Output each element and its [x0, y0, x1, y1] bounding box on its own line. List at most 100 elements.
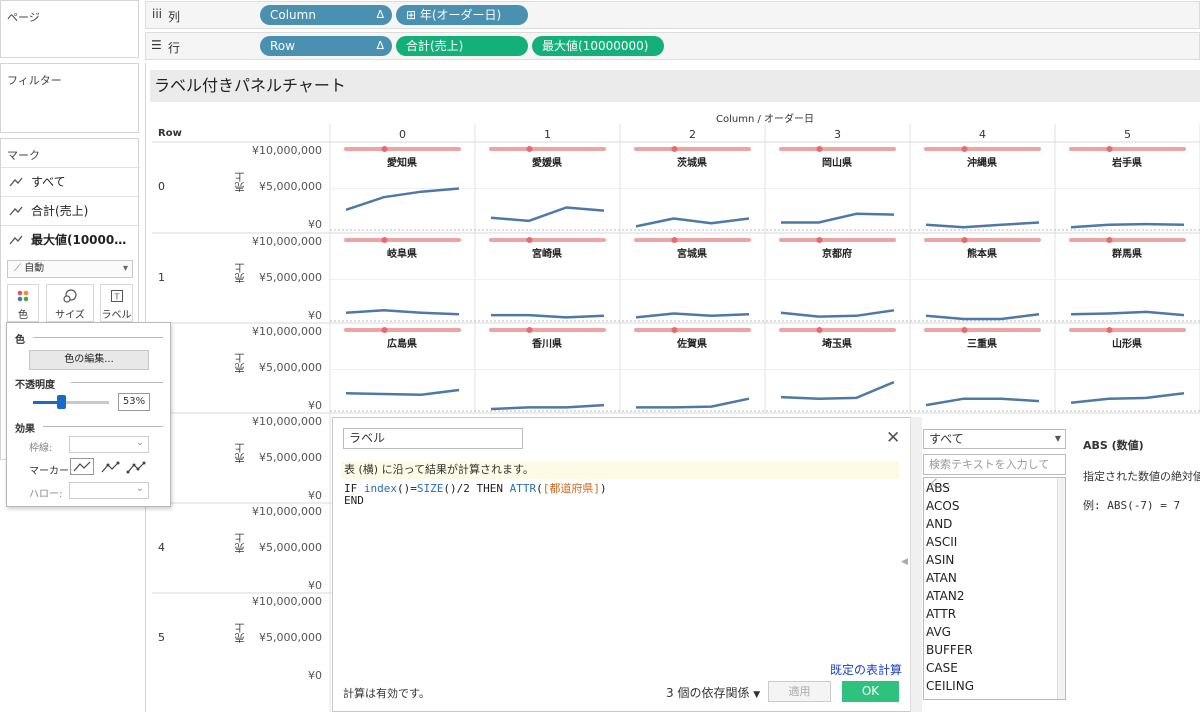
max-reference-point [816, 146, 823, 152]
max-reference-point [381, 146, 388, 152]
function-list-item[interactable]: ATAN [926, 571, 957, 585]
category-value: すべて [929, 432, 964, 446]
sales-line [925, 221, 1040, 229]
line-some-markers-icon[interactable] [99, 460, 121, 475]
opacity-label: 不透明度 [15, 380, 55, 391]
function-category-select[interactable]: すべて ▼ [923, 429, 1066, 449]
max-reference-point [816, 237, 823, 243]
max-reference-point [1106, 146, 1113, 152]
function-search-input[interactable]: 検索テキストを入力してく… [923, 454, 1066, 490]
sales-line [1070, 310, 1185, 317]
max-reference-point [961, 237, 968, 243]
sales-line [636, 397, 750, 409]
code-function: index [363, 482, 397, 495]
sales-line [490, 403, 605, 411]
max-reference-point [526, 146, 533, 152]
max-reference-point [526, 327, 533, 333]
max-reference-point [671, 237, 678, 243]
max-reference-point [1106, 237, 1113, 243]
opacity-input[interactable]: 53% [118, 393, 150, 411]
divider [33, 337, 163, 338]
function-list-item[interactable]: ACOS [926, 499, 959, 513]
max-reference-point [961, 327, 968, 333]
max-reference-point [816, 327, 823, 333]
function-list-item[interactable]: ABS [926, 481, 950, 495]
function-list-item[interactable]: ASCII [926, 535, 957, 549]
color-section-label: 色 [15, 335, 25, 346]
code-token: ( [536, 482, 543, 495]
dependencies-dropdown[interactable]: 3 個の依存関係 ▼ [666, 684, 760, 701]
function-list-scrollbar[interactable] [1057, 478, 1065, 699]
sales-line [345, 309, 460, 316]
dependencies-label: 3 個の依存関係 [666, 686, 750, 700]
calc-hint: 表 (横) に沿って結果が計算されます。 [341, 461, 899, 479]
max-reference-point [961, 146, 968, 152]
marker-label: マーカー: [29, 466, 73, 477]
chevron-down-icon: ▼ [1054, 434, 1061, 443]
ok-button[interactable]: OK [842, 681, 899, 702]
divider [71, 382, 163, 383]
code-field: [都道府県] [542, 482, 600, 495]
calc-code-line-1[interactable]: IF index()=SIZE()/2 THEN ATTR([都道府県]) [344, 480, 607, 496]
line-no-marker-icon [73, 461, 91, 472]
sales-line [1070, 391, 1185, 404]
divider [43, 426, 163, 427]
edit-colors-button[interactable]: 色の編集... [29, 350, 149, 370]
opacity-slider-thumb[interactable] [57, 395, 67, 409]
tableau-workspace: ページ フィルター マーク すべて 合計(売上) 最大値(10000… ⟋ 自動… [0, 0, 1200, 712]
calculation-editor: ラベル ✕ 表 (横) に沿って結果が計算されます。 IF index()=SI… [332, 417, 910, 712]
code-function: SIZE [416, 482, 444, 495]
function-list-item[interactable]: ASIN [926, 553, 954, 567]
function-help-title: ABS (数値) [1083, 439, 1144, 452]
close-icon[interactable]: ✕ [886, 428, 900, 448]
calc-code-line-2[interactable]: END [344, 494, 364, 507]
function-list-item[interactable]: AVG [926, 625, 951, 639]
function-list-item[interactable]: CEILING [926, 679, 974, 693]
sales-line [345, 388, 460, 397]
border-dropdown[interactable]: ⌄ [69, 436, 149, 453]
sales-line [925, 397, 1040, 407]
halo-label: ハロー: [29, 489, 63, 500]
function-list-item[interactable]: BUFFER [926, 643, 973, 657]
effects-label: 効果 [15, 424, 35, 435]
function-list-item[interactable]: ATTR [926, 607, 956, 621]
marker-option-none[interactable] [70, 458, 94, 475]
max-reference-point [526, 237, 533, 243]
max-reference-point [381, 327, 388, 333]
sales-line [781, 212, 895, 224]
sales-line [490, 206, 605, 223]
function-list-item[interactable]: CASE [926, 661, 958, 675]
max-reference-point [1106, 327, 1113, 333]
calc-status: 計算は有効です。 [343, 687, 430, 700]
line-all-markers-icon[interactable] [125, 460, 147, 475]
apply-button[interactable]: 適用 [768, 681, 831, 702]
sales-line [345, 187, 460, 211]
border-label: 枠線: [29, 443, 53, 454]
sales-line [925, 313, 1040, 321]
chevron-down-icon: ⌄ [135, 483, 144, 494]
function-list-item[interactable]: AND [926, 517, 952, 531]
sales-line [780, 380, 895, 400]
collapse-arrow-icon[interactable]: ◀ [901, 557, 908, 567]
sales-line [635, 312, 750, 319]
max-reference-point [671, 327, 678, 333]
default-table-calc-link[interactable]: 既定の表計算 [830, 661, 902, 678]
sales-line [780, 309, 895, 318]
max-reference-point [671, 146, 678, 152]
halo-dropdown[interactable]: ⌄ [69, 482, 149, 499]
chevron-down-icon: ⌄ [135, 437, 144, 448]
code-function: ATTR [509, 482, 537, 495]
code-token: ()/2 THEN [443, 482, 510, 495]
calc-name-input[interactable]: ラベル [343, 428, 523, 449]
function-list-item[interactable]: ATAN2 [926, 589, 965, 603]
splitter[interactable]: ◀ [901, 417, 922, 712]
color-popup: 色 色の編集... 不透明度 53% 効果 枠線: ⌄ マーカー: ハロー: ⌄ [6, 322, 171, 507]
sales-line [1070, 222, 1185, 229]
function-help-description: 指定された数値の絶対値 [1083, 470, 1200, 483]
code-token: ()= [397, 482, 417, 495]
sales-line [491, 313, 605, 319]
code-token: ) [599, 482, 607, 495]
sales-line [635, 217, 750, 228]
max-reference-point [381, 237, 388, 243]
opacity-slider[interactable] [33, 395, 109, 409]
